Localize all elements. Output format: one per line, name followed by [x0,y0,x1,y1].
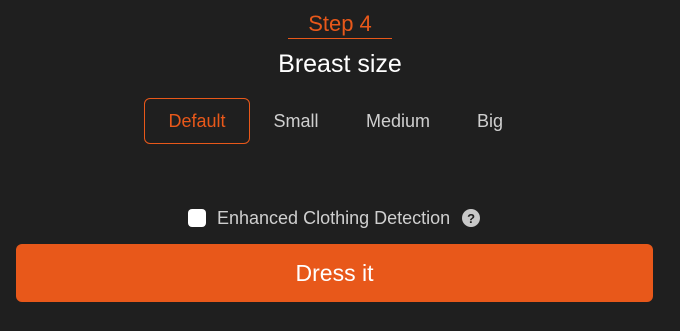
size-option-default[interactable]: Default [144,98,250,144]
section-title: Breast size [278,50,402,78]
size-option-small[interactable]: Small [250,98,342,144]
step-label: Step 4 [288,10,392,39]
question-icon[interactable]: ? [462,209,481,227]
enhanced-detection-row: Enhanced Clothing Detection ? [188,206,481,230]
step-indicator: Step 4 [0,10,680,39]
enhanced-detection-label[interactable]: Enhanced Clothing Detection [217,208,450,229]
size-option-big[interactable]: Big [454,98,526,144]
dress-it-button[interactable]: Dress it [16,244,653,302]
size-options: Default Small Medium Big [144,97,526,145]
size-option-medium[interactable]: Medium [342,98,454,144]
enhanced-detection-checkbox[interactable] [188,209,206,227]
